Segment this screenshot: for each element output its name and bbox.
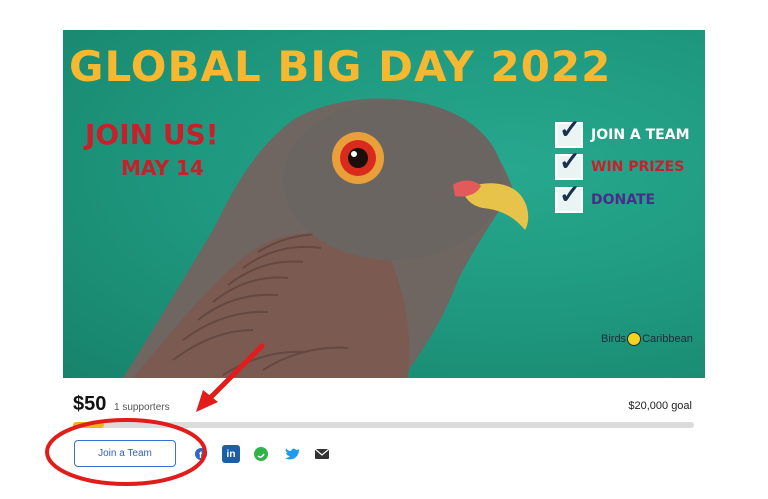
cta-donate: ✓ DONATE bbox=[555, 181, 656, 213]
cta-win-prizes: ✓ WIN PRIZES bbox=[555, 148, 685, 180]
raised-amount: $50 bbox=[73, 393, 107, 415]
campaign-banner: GLOBAL BIG DAY 2022 JOIN US! MAY 14 ✓ JO… bbox=[63, 30, 705, 378]
cta-label: WIN PRIZES bbox=[591, 159, 685, 175]
facebook-icon[interactable]: f bbox=[192, 445, 210, 463]
progress-bar bbox=[73, 422, 694, 428]
logo-text-right: Caribbean bbox=[642, 333, 693, 345]
checkbox-icon: ✓ bbox=[555, 148, 583, 180]
logo-text-left: Birds bbox=[601, 333, 627, 345]
join-team-button[interactable]: Join a Team bbox=[74, 440, 176, 467]
email-icon[interactable] bbox=[313, 445, 331, 463]
checkbox-icon: ✓ bbox=[555, 116, 583, 148]
whatsapp-icon[interactable] bbox=[252, 445, 270, 463]
annotation-arrowhead bbox=[196, 390, 218, 412]
linkedin-icon[interactable]: in bbox=[222, 445, 240, 463]
supporters-count: 1 supporters bbox=[114, 402, 170, 413]
progress-fill bbox=[73, 422, 105, 428]
cta-join-team: ✓ JOIN A TEAM bbox=[555, 116, 690, 148]
banner-title: GLOBAL BIG DAY 2022 bbox=[69, 42, 612, 91]
twitter-icon[interactable] bbox=[283, 445, 301, 463]
banner-date: MAY 14 bbox=[121, 156, 204, 180]
cta-label: DONATE bbox=[591, 192, 656, 208]
banner-join-us: JOIN US! bbox=[85, 118, 219, 151]
logo-bird-icon bbox=[627, 332, 642, 346]
checkbox-icon: ✓ bbox=[555, 181, 583, 213]
birdscaribbean-logo: Birds Caribbean bbox=[601, 332, 693, 346]
cta-label: JOIN A TEAM bbox=[591, 127, 690, 143]
goal-amount: $20,000 goal bbox=[628, 400, 692, 412]
